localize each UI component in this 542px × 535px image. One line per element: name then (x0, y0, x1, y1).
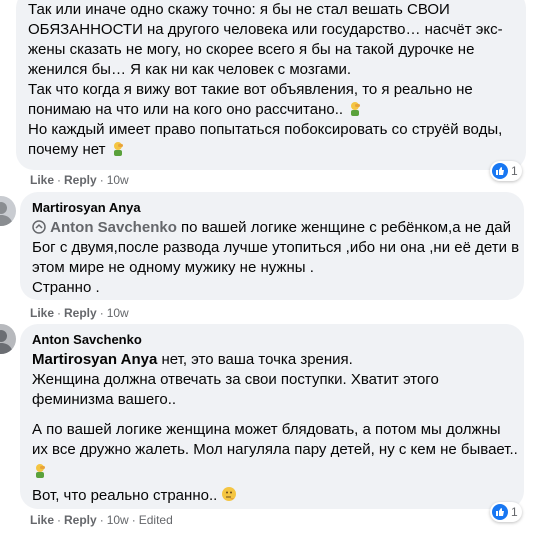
comment-actions-3: Like · Reply · 10w · Edited (30, 513, 173, 527)
comment-text-line: ОБЯЗАННОСТИ на другого человека или госу… (28, 21, 503, 38)
comment-text-line: А по вашей логике женщина может блядоват… (32, 421, 501, 438)
reply-button[interactable]: Reply (64, 306, 97, 320)
comment-text: почему нет (28, 141, 106, 158)
comment-text-line-with-emoji: почему нет (28, 140, 514, 160)
comment-text: нет, это ваша точка зрения. (161, 351, 353, 368)
reaction-count: 1 (511, 164, 518, 178)
comment-author[interactable]: Martirosyan Anya (32, 200, 512, 216)
comment-text-line: Так что когда я вижу вот такие вот объяв… (28, 81, 473, 98)
like-reaction-icon (492, 163, 508, 179)
like-button[interactable]: Like (30, 173, 54, 187)
comment-text: по вашей логике женщине с ребёнком,а не … (181, 219, 511, 236)
facepalm-emoji-icon (113, 142, 123, 156)
mention-link[interactable]: Martirosyan Anya (32, 351, 157, 368)
comment-text-line: Бог с двумя,после развода лучше утопитьс… (32, 239, 520, 256)
comment-text-line-with-emoji: Вот, что реально странно.. (32, 486, 512, 506)
reply-arrow-icon (32, 220, 46, 234)
comment-text-line-with-mention: Martirosyan Anya нет, это ваша точка зре… (32, 350, 512, 370)
facepalm-emoji-icon (36, 464, 45, 478)
like-button[interactable]: Like (30, 513, 54, 527)
like-reaction-icon (492, 504, 508, 520)
timestamp[interactable]: 10w (107, 513, 129, 527)
comment-text-line: жены сказать не могу, но скорее всего я … (28, 41, 475, 58)
comment-author[interactable]: Anton Savchenko (32, 332, 512, 348)
comment-text-line: их все дружно жалеть. Мол нагуляла пару … (32, 441, 518, 458)
facepalm-emoji-icon (351, 102, 361, 116)
reaction-count-3[interactable]: 1 (490, 502, 522, 522)
comment-text-line: Но каждый имеет право попытаться побокси… (28, 121, 503, 138)
reply-button[interactable]: Reply (64, 173, 97, 187)
comment-text-line: Женщина должна отвечать за свои поступки… (32, 371, 439, 388)
emoji-line (32, 462, 512, 482)
reaction-count-1[interactable]: 1 (490, 161, 522, 181)
like-button[interactable]: Like (30, 306, 54, 320)
avatar[interactable] (0, 196, 16, 226)
thinking-emoji-icon (222, 487, 237, 501)
mention-link[interactable]: Anton Savchenko (50, 219, 177, 236)
avatar[interactable] (0, 324, 16, 354)
comment-text-line: Так или иначе одно скажу точно: я бы не … (28, 1, 450, 18)
comment-text-line: этом мире не одному мужику не нужны . (32, 259, 314, 276)
comment-bubble-3: Anton Savchenko Martirosyan Anya нет, эт… (20, 324, 524, 509)
reply-button[interactable]: Reply (64, 513, 97, 527)
comment-text-line-with-emoji: понимаю на что или на кого оно рассчитан… (28, 100, 514, 120)
comment-actions-1: Like · Reply · 10w (30, 173, 129, 187)
comment-bubble-1: Так или иначе одно скажу точно: я бы не … (16, 0, 526, 170)
edited-label: Edited (138, 513, 173, 527)
comment-text-line: женился бы… Я как ни как человек с мозга… (28, 61, 352, 78)
comment-text-line: Странно . (32, 279, 100, 296)
comment-bubble-2: Martirosyan Anya Anton Savchenko по ваше… (20, 192, 524, 300)
comment-text-line: феминизма вашего.. (32, 391, 177, 408)
timestamp[interactable]: 10w (107, 173, 129, 187)
comment-text: Вот, что реально странно.. (32, 487, 218, 504)
comment-actions-2: Like · Reply · 10w (30, 306, 129, 320)
comment-text-line-with-mention: Anton Savchenko по вашей логике женщине … (32, 218, 512, 238)
comment-text: понимаю на что или на кого оно рассчитан… (28, 101, 344, 118)
reaction-count: 1 (511, 505, 518, 519)
timestamp[interactable]: 10w (107, 306, 129, 320)
